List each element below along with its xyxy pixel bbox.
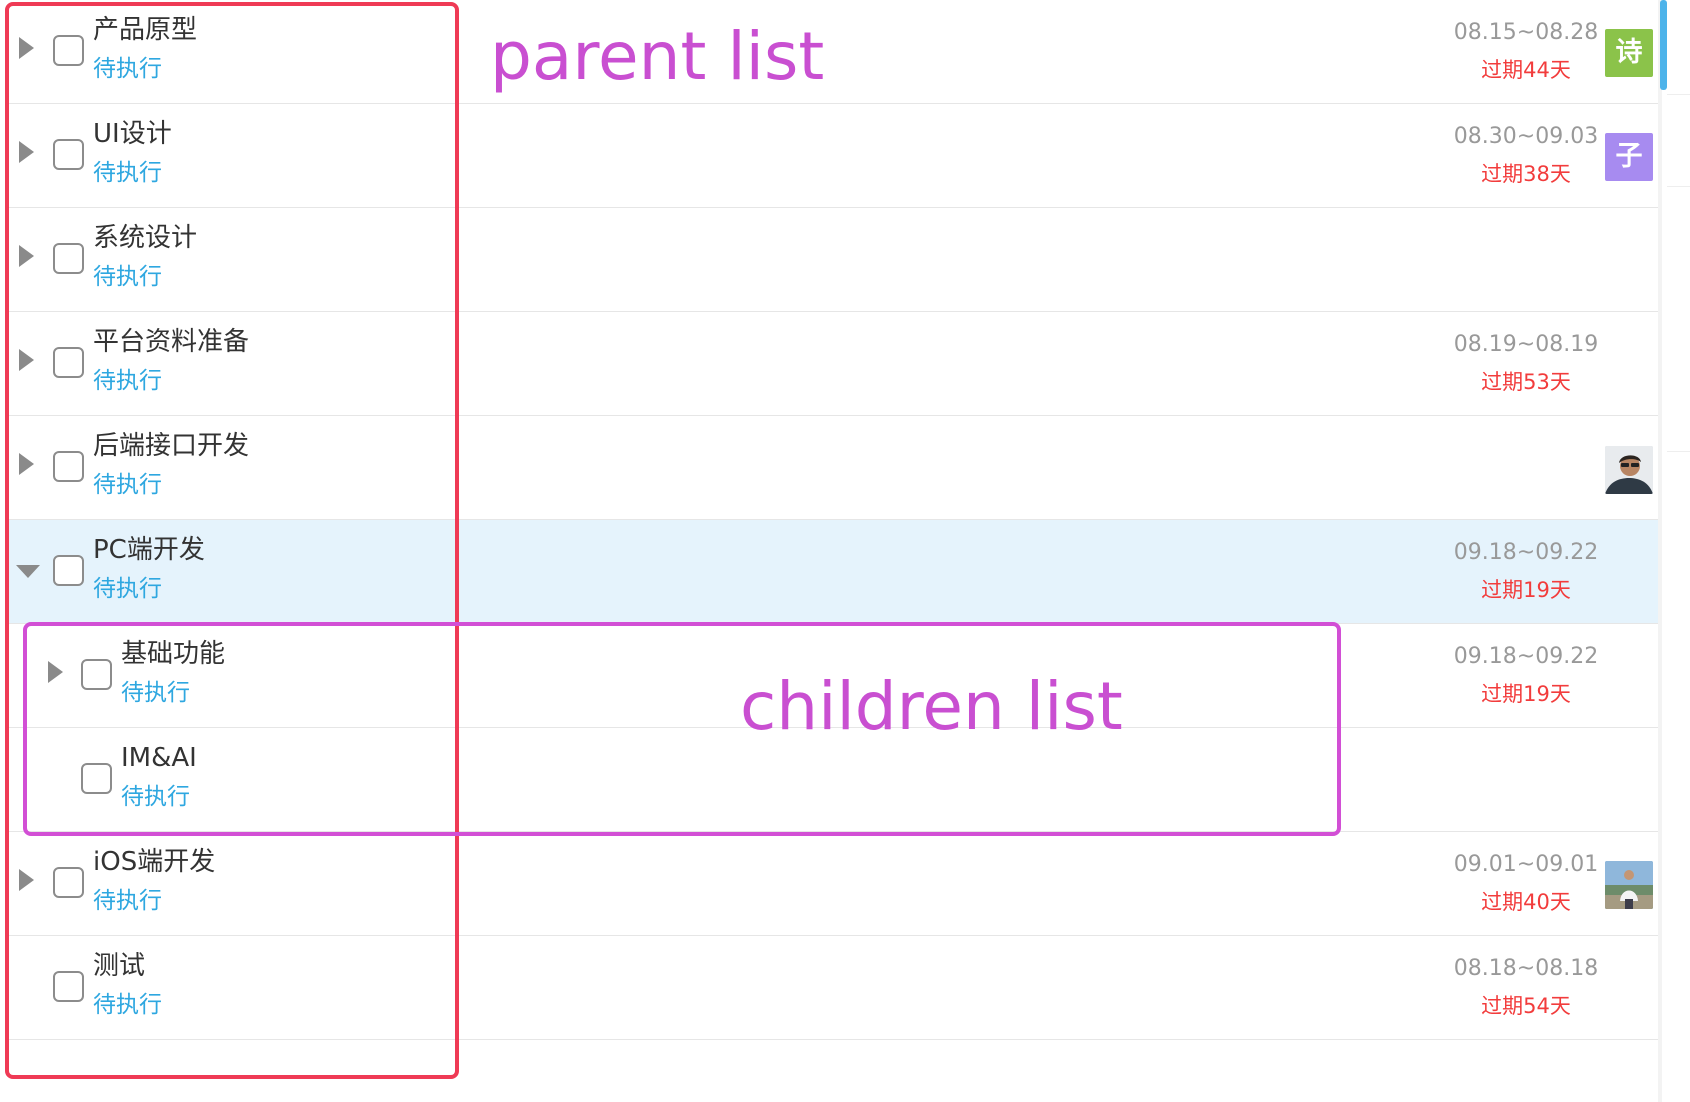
user-photo-icon bbox=[1605, 861, 1653, 909]
panel-divider bbox=[1667, 186, 1690, 187]
task-row[interactable]: 测试 待执行 08.18~08.18 过期54天 bbox=[8, 936, 1658, 1040]
checkbox-icon[interactable] bbox=[53, 867, 84, 898]
task-title: IM&AI bbox=[121, 743, 197, 773]
task-date-range: 09.18~09.22 bbox=[1453, 540, 1599, 565]
triangle-right-icon[interactable] bbox=[19, 349, 34, 371]
task-status: 待执行 bbox=[93, 368, 162, 394]
task-row[interactable]: 后端接口开发 待执行 bbox=[8, 416, 1658, 520]
task-row[interactable]: 产品原型 待执行 08.15~08.28 过期44天 诗 bbox=[8, 0, 1658, 104]
task-status: 待执行 bbox=[93, 576, 162, 602]
overdue-label: 过期40天 bbox=[1481, 890, 1571, 914]
task-status: 待执行 bbox=[93, 160, 162, 186]
overdue-label: 过期54天 bbox=[1481, 994, 1571, 1018]
task-title: 测试 bbox=[93, 951, 146, 981]
panel-divider bbox=[1667, 94, 1690, 95]
child-task-row[interactable]: 基础功能 待执行 09.18~09.22 过期19天 bbox=[8, 624, 1658, 728]
task-date-range: 08.18~08.18 bbox=[1453, 956, 1599, 981]
task-status: 待执行 bbox=[93, 992, 162, 1018]
triangle-down-icon[interactable] bbox=[16, 565, 40, 578]
task-date-range: 08.30~09.03 bbox=[1453, 124, 1599, 149]
checkbox-icon[interactable] bbox=[81, 763, 112, 794]
avatar-text: 子 bbox=[1615, 141, 1643, 172]
task-title: PC端开发 bbox=[93, 535, 205, 565]
task-row[interactable]: iOS端开发 待执行 09.01~09.01 过期40天 bbox=[8, 832, 1658, 936]
user-photo-icon bbox=[1605, 446, 1653, 494]
task-date-range: 09.18~09.22 bbox=[1453, 644, 1599, 669]
task-status: 待执行 bbox=[93, 888, 162, 914]
task-tree-view: 产品原型 待执行 08.15~08.28 过期44天 诗 UI设计 待执行 08… bbox=[0, 0, 1690, 1102]
triangle-right-icon[interactable] bbox=[19, 869, 34, 891]
task-row[interactable]: UI设计 待执行 08.30~09.03 过期38天 子 bbox=[8, 104, 1658, 208]
right-panel-edge bbox=[1667, 0, 1690, 1102]
triangle-right-icon[interactable] bbox=[19, 37, 34, 59]
task-row[interactable]: 系统设计 待执行 bbox=[8, 208, 1658, 312]
checkbox-icon[interactable] bbox=[53, 347, 84, 378]
task-status: 待执行 bbox=[121, 784, 190, 810]
task-title: UI设计 bbox=[93, 119, 172, 149]
task-title: 基础功能 bbox=[121, 639, 226, 669]
task-title: 系统设计 bbox=[93, 223, 198, 253]
user-photo-avatar[interactable] bbox=[1605, 446, 1653, 494]
checkbox-icon[interactable] bbox=[53, 139, 84, 170]
task-date-range: 09.01~09.01 bbox=[1453, 852, 1599, 877]
avatar[interactable]: 诗 bbox=[1605, 29, 1653, 77]
task-date-range: 08.19~08.19 bbox=[1453, 332, 1599, 357]
checkbox-icon[interactable] bbox=[81, 659, 112, 690]
avatar-text: 诗 bbox=[1615, 37, 1643, 68]
overdue-label: 过期38天 bbox=[1481, 162, 1571, 186]
scrollbar-thumb[interactable] bbox=[1660, 0, 1667, 90]
checkbox-icon[interactable] bbox=[53, 35, 84, 66]
checkbox-icon[interactable] bbox=[53, 555, 84, 586]
checkbox-icon[interactable] bbox=[53, 243, 84, 274]
scrollbar-track[interactable] bbox=[1658, 0, 1662, 1102]
panel-divider bbox=[1667, 451, 1690, 452]
checkbox-icon[interactable] bbox=[53, 451, 84, 482]
task-title: 后端接口开发 bbox=[93, 431, 250, 461]
task-title: 产品原型 bbox=[93, 15, 198, 45]
child-task-row[interactable]: IM&AI 待执行 bbox=[8, 728, 1658, 832]
overdue-label: 过期53天 bbox=[1481, 370, 1571, 394]
task-status: 待执行 bbox=[93, 472, 162, 498]
checkbox-icon[interactable] bbox=[53, 971, 84, 1002]
task-row[interactable]: PC端开发 待执行 09.18~09.22 过期19天 bbox=[8, 520, 1658, 624]
overdue-label: 过期19天 bbox=[1481, 578, 1571, 602]
task-list: 产品原型 待执行 08.15~08.28 过期44天 诗 UI设计 待执行 08… bbox=[0, 0, 1658, 1102]
task-status: 待执行 bbox=[93, 264, 162, 290]
user-photo-avatar[interactable] bbox=[1605, 861, 1653, 909]
overdue-label: 过期19天 bbox=[1481, 682, 1571, 706]
task-title: iOS端开发 bbox=[93, 847, 216, 877]
task-status: 待执行 bbox=[93, 56, 162, 82]
triangle-right-icon[interactable] bbox=[48, 661, 63, 683]
task-title: 平台资料准备 bbox=[93, 327, 250, 357]
task-status: 待执行 bbox=[121, 680, 190, 706]
triangle-right-icon[interactable] bbox=[19, 453, 34, 475]
triangle-right-icon[interactable] bbox=[19, 245, 34, 267]
task-date-range: 08.15~08.28 bbox=[1453, 20, 1599, 45]
avatar[interactable]: 子 bbox=[1605, 133, 1653, 181]
overdue-label: 过期44天 bbox=[1481, 58, 1571, 82]
task-row[interactable]: 平台资料准备 待执行 08.19~08.19 过期53天 bbox=[8, 312, 1658, 416]
triangle-right-icon[interactable] bbox=[19, 141, 34, 163]
